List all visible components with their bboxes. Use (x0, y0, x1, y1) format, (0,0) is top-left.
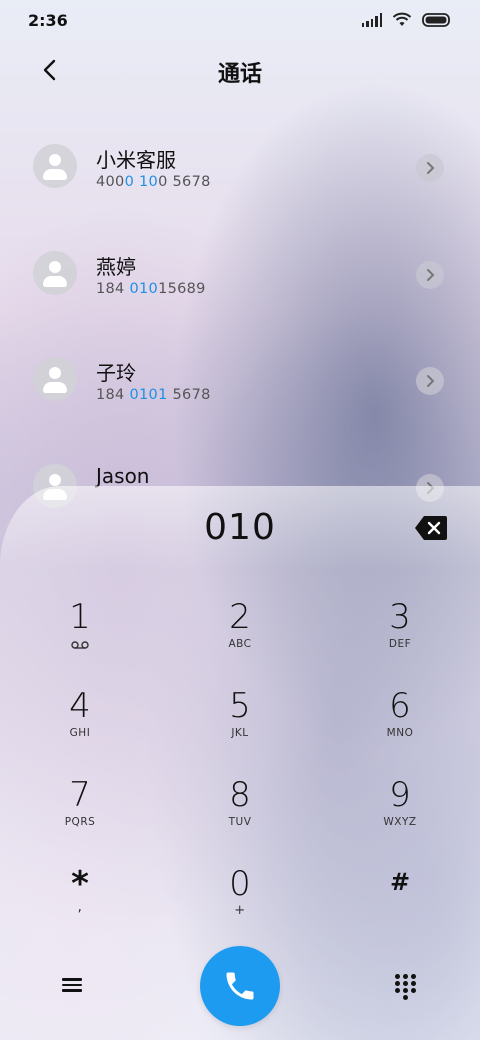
contact-number: 4000 100 5678 (96, 174, 211, 190)
key-letters: + (234, 903, 246, 918)
contact-detail-chevron-icon[interactable] (416, 261, 444, 289)
contact-item[interactable]: 小米客服 4000 100 5678 (0, 130, 480, 210)
dial-key-3[interactable]: 3 DEF (340, 598, 460, 668)
key-digit: 7 (69, 775, 91, 815)
key-digit: 8 (229, 775, 251, 815)
number-match-segment: 10 (139, 174, 159, 190)
key-digit: 1 (69, 597, 91, 637)
status-bar: 2:36 (0, 0, 480, 40)
key-letters: WXYZ (383, 816, 417, 828)
number-match-segment: 010 (129, 281, 159, 297)
voicemail-icon (20, 640, 140, 652)
key-digit: 2 (229, 597, 251, 637)
contact-item[interactable]: 子玲 184 0101 5678 (0, 343, 480, 423)
dial-key-9[interactable]: 9 WXYZ (340, 776, 460, 846)
dial-key-6[interactable]: 6 MNO (340, 687, 460, 757)
key-digit: # (389, 868, 411, 896)
page-title: 通话 (217, 62, 262, 87)
contact-name: Jason (96, 464, 150, 488)
number-segment: 0 5678 (158, 174, 211, 190)
key-letters: PQRS (64, 816, 96, 828)
signal-icon (361, 12, 382, 27)
avatar (33, 357, 77, 401)
number-match-segment: 0 (124, 174, 135, 190)
contact-name: 子玲 (96, 361, 136, 385)
dial-key-0[interactable]: 0 + (180, 865, 300, 935)
key-letters: MNO (386, 727, 414, 739)
dial-key-7[interactable]: 7 PQRS (20, 776, 140, 846)
menu-icon[interactable] (62, 975, 84, 995)
dial-key-8[interactable]: 8 TUV (180, 776, 300, 846)
contact-number: 184 0101 5678 (96, 387, 211, 403)
key-digit: 6 (389, 686, 411, 726)
contact-name: 小米客服 (96, 148, 176, 172)
dial-key-hash[interactable]: # (340, 865, 460, 935)
dial-key-4[interactable]: 4 GHI (20, 687, 140, 757)
dialpad-toggle-icon[interactable] (394, 974, 418, 1000)
contact-detail-chevron-icon[interactable] (416, 154, 444, 182)
number-segment: 184 (96, 387, 130, 403)
status-icons (361, 12, 453, 27)
dial-key-2[interactable]: 2 ABC (180, 598, 300, 668)
header: 通话 (0, 48, 480, 92)
contact-number: 184 01015689 (96, 281, 206, 297)
backspace-icon[interactable] (414, 515, 448, 541)
key-letters: GHI (69, 727, 91, 739)
key-digit: 4 (69, 686, 91, 726)
dial-key-5[interactable]: 5 JKL (180, 687, 300, 757)
number-segment: 184 (96, 281, 130, 297)
number-match-segment: 0101 (129, 387, 168, 403)
key-letters: TUV (228, 816, 252, 828)
key-digit: 0 (229, 864, 251, 904)
number-segment: 400 (96, 174, 125, 190)
key-digit: 9 (389, 775, 411, 815)
key-letters: , (77, 899, 83, 915)
number-segment: 5678 (167, 387, 211, 403)
contact-item[interactable]: 燕婷 184 01015689 (0, 237, 480, 317)
dial-key-star[interactable]: * , (20, 865, 140, 935)
avatar (33, 251, 77, 295)
key-digit: * (71, 864, 89, 904)
phone-icon (226, 972, 254, 1000)
key-letters: JKL (231, 727, 249, 739)
number-segment: 15689 (158, 281, 206, 297)
dial-key-1[interactable]: 1 (20, 598, 140, 668)
status-time: 2:36 (28, 11, 68, 30)
key-letters: DEF (388, 638, 412, 650)
wifi-icon (392, 12, 412, 27)
contact-detail-chevron-icon[interactable] (416, 367, 444, 395)
key-digit: 3 (389, 597, 411, 637)
dialed-number-display[interactable]: 010 (0, 507, 480, 548)
contact-name: 燕婷 (96, 255, 136, 279)
call-button[interactable] (200, 946, 280, 1026)
key-digit: 5 (229, 686, 251, 726)
avatar (33, 144, 77, 188)
key-letters: ABC (228, 638, 252, 650)
battery-icon (422, 12, 452, 27)
